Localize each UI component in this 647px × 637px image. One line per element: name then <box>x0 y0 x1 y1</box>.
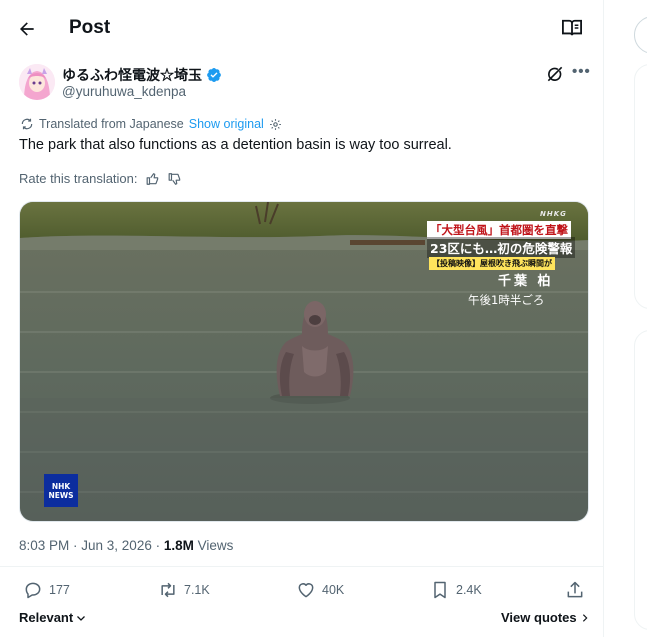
right-sidebar <box>604 0 647 637</box>
news-time: 午後1時半ごろ <box>468 293 545 307</box>
action-bar: 177 7.1K 40K 2.4K <box>0 580 603 604</box>
tweet-timestamp[interactable]: 8:03 PM · Jun 3, 2026 · <box>19 538 164 553</box>
bookmark-button[interactable]: 2.4K <box>430 580 482 600</box>
news-location: 千葉 柏 <box>498 274 554 289</box>
tweet-meta: 8:03 PM · Jun 3, 2026 · 1.8M Views <box>19 538 233 553</box>
arrow-left-icon <box>20 22 34 36</box>
page-title: Post <box>69 17 111 38</box>
bookmark-icon <box>434 581 446 599</box>
chevron-right-icon <box>582 613 588 622</box>
thumbs-up-icon[interactable] <box>146 172 160 186</box>
view-count: 1.8M <box>163 538 194 553</box>
sidebar-search-box[interactable] <box>634 16 647 54</box>
like-count: 40K <box>322 583 345 597</box>
reply-button[interactable]: 177 <box>23 580 70 600</box>
heart-icon <box>298 583 314 598</box>
show-original-link[interactable]: Show original <box>189 117 264 131</box>
reply-sort-label: Relevant <box>19 610 74 625</box>
translated-label: Translated from Japanese <box>39 117 184 131</box>
view-quotes-link[interactable]: View quotes <box>501 610 590 625</box>
post-column: Post ゆるふわ怪電波☆埼玉 @yuruhuwa_kdenpa ••• Tra… <box>0 0 604 637</box>
reply-icon <box>25 582 41 599</box>
nhk-news-logo: NHK NEWS <box>44 474 78 507</box>
reply-sort-dropdown[interactable]: Relevant <box>19 610 87 625</box>
sidebar-card <box>634 330 647 630</box>
news-subcaption: 【投稿映像】屋根吹き飛ぶ瞬間が <box>429 257 555 270</box>
more-dots-icon: ••• <box>572 63 591 80</box>
grok-button[interactable] <box>545 64 565 84</box>
divider <box>0 566 603 567</box>
rate-label: Rate this translation: <box>19 171 138 186</box>
back-button[interactable] <box>14 16 40 42</box>
translate-icon <box>21 118 33 130</box>
share-button[interactable] <box>565 580 585 600</box>
reply-count: 177 <box>49 583 70 597</box>
translation-info: Translated from Japanese Show original <box>20 117 282 131</box>
tweet-text: The park that also functions as a detent… <box>19 137 452 153</box>
news-headline: 23区にも…初の危険警報 <box>427 237 576 258</box>
view-quotes-label: View quotes <box>501 610 577 625</box>
book-open-icon <box>562 19 582 36</box>
like-button[interactable]: 40K <box>296 580 344 600</box>
verified-badge-icon <box>207 68 221 82</box>
repost-button[interactable]: 7.1K <box>158 580 210 600</box>
thumbs-down-icon[interactable] <box>168 172 182 186</box>
repost-count: 7.1K <box>184 583 210 597</box>
reader-mode-button[interactable] <box>561 18 585 40</box>
gear-icon[interactable] <box>269 118 282 131</box>
grok-icon <box>547 66 563 82</box>
post-header: Post <box>0 0 603 56</box>
author-name[interactable]: ゆるふわ怪電波☆埼玉 <box>62 65 222 85</box>
tweet-media-image[interactable]: NHKG 「大型台風」首都圏を直撃 23区にも…初の危険警報 【投稿映像】屋根吹… <box>19 201 589 522</box>
avatar[interactable] <box>19 64 55 100</box>
chevron-down-icon <box>77 615 86 621</box>
author-name-text: ゆるふわ怪電波☆埼玉 <box>62 67 202 83</box>
sidebar-card <box>634 64 647 309</box>
rate-translation: Rate this translation: <box>19 171 182 186</box>
more-options-button[interactable]: ••• <box>572 63 590 83</box>
views-label: Views <box>193 538 234 553</box>
repost-icon <box>161 582 175 598</box>
channel-watermark: NHKG <box>540 210 567 218</box>
author-handle[interactable]: @yuruhuwa_kdenpa <box>62 84 186 99</box>
share-icon <box>567 581 583 598</box>
bookmark-count: 2.4K <box>456 583 482 597</box>
